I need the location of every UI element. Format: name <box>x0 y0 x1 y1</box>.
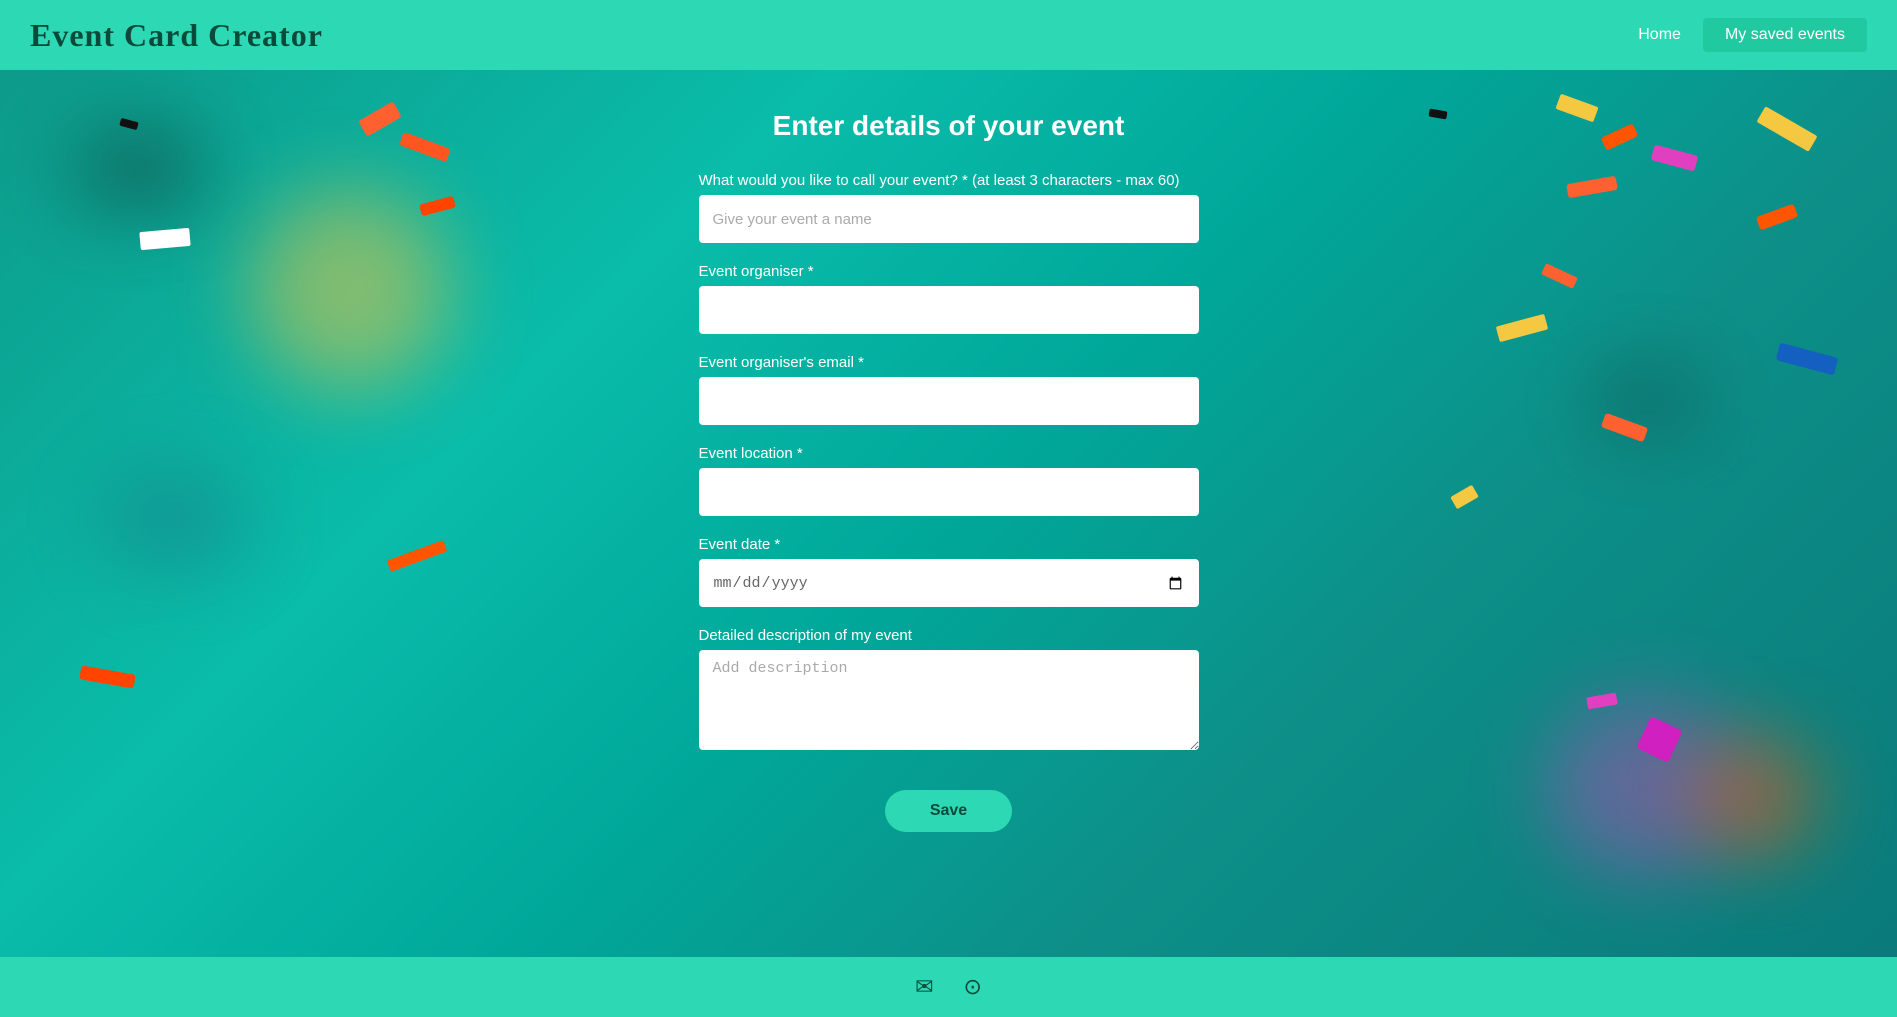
input-organiser[interactable] <box>699 286 1199 334</box>
label-organiser: Event organiser * <box>699 263 1199 280</box>
field-description: Detailed description of my event <box>699 627 1199 755</box>
field-event-name: What would you like to call your event? … <box>699 172 1199 243</box>
field-organiser: Event organiser * <box>699 263 1199 334</box>
nav-saved-events[interactable]: My saved events <box>1703 18 1867 52</box>
label-event-location: Event location * <box>699 445 1199 462</box>
confetti-6 <box>1555 94 1598 123</box>
input-organiser-email[interactable] <box>699 377 1199 425</box>
confetti-20 <box>387 540 447 572</box>
confetti-7 <box>1601 123 1639 150</box>
field-event-date: Event date * <box>699 536 1199 607</box>
nav-home[interactable]: Home <box>1616 18 1703 52</box>
textarea-description[interactable] <box>699 650 1199 750</box>
form-container: Enter details of your event What would y… <box>699 110 1199 832</box>
confetti-4 <box>119 118 138 130</box>
field-organiser-email: Event organiser's email * <box>699 354 1199 425</box>
confetti-1 <box>358 101 402 137</box>
input-event-name[interactable] <box>699 195 1199 243</box>
confetti-8 <box>1651 144 1699 171</box>
header: Event Card Creator Home My saved events <box>0 0 1897 70</box>
confetti-2 <box>399 132 451 162</box>
header-nav: Home My saved events <box>1616 18 1867 52</box>
main-content: Enter details of your event What would y… <box>0 70 1897 957</box>
label-description: Detailed description of my event <box>699 627 1199 644</box>
email-icon[interactable]: ✉ <box>915 974 933 1000</box>
input-event-date[interactable] <box>699 559 1199 607</box>
field-event-location: Event location * <box>699 445 1199 516</box>
blob-orange <box>1697 737 1817 857</box>
confetti-21 <box>79 665 136 688</box>
input-event-location[interactable] <box>699 468 1199 516</box>
confetti-11 <box>1756 204 1798 231</box>
footer: ✉ ⊙ <box>0 957 1897 1017</box>
confetti-3 <box>419 196 456 217</box>
confetti-12 <box>1541 263 1578 289</box>
confetti-17 <box>1450 485 1479 510</box>
blob-dark2 <box>1597 370 1697 430</box>
blob-dark1 <box>80 130 200 210</box>
label-event-date: Event date * <box>699 536 1199 553</box>
confetti-18 <box>1428 108 1447 119</box>
confetti-13 <box>1496 314 1548 342</box>
blob-yellow <box>250 190 450 390</box>
github-icon[interactable]: ⊙ <box>964 974 982 1000</box>
save-button[interactable]: Save <box>885 790 1012 832</box>
confetti-19 <box>1776 343 1839 376</box>
label-organiser-email: Event organiser's email * <box>699 354 1199 371</box>
confetti-10 <box>1757 106 1818 152</box>
blob-blue <box>100 470 250 570</box>
confetti-5 <box>139 228 190 250</box>
app-title: Event Card Creator <box>30 17 323 54</box>
label-event-name: What would you like to call your event? … <box>699 172 1199 189</box>
confetti-9 <box>1566 176 1618 198</box>
form-title: Enter details of your event <box>773 110 1125 142</box>
